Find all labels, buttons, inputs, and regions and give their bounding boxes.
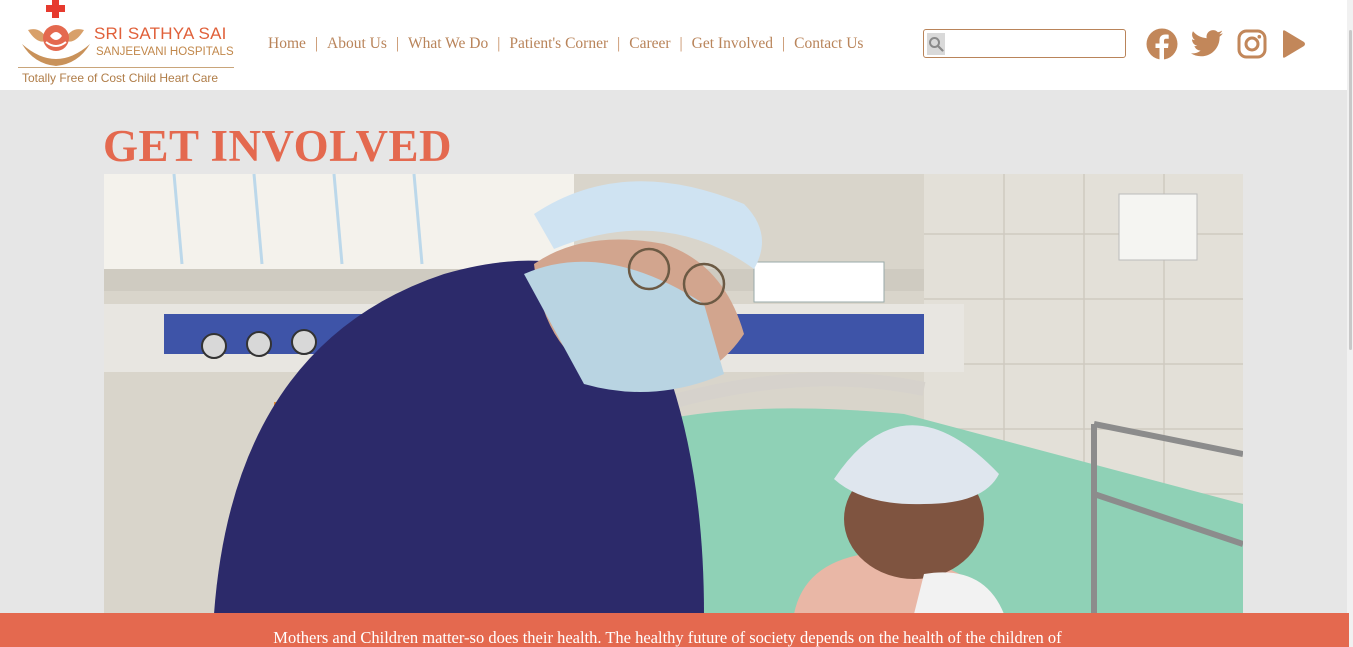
- facebook-icon[interactable]: [1145, 27, 1179, 61]
- intro-banner-text: Mothers and Children matter-so does thei…: [273, 628, 1062, 647]
- nav-what-we-do[interactable]: What We Do: [402, 35, 494, 53]
- logo-divider: [18, 67, 234, 68]
- nav-get-involved[interactable]: Get Involved: [686, 35, 779, 53]
- brand-tagline: Totally Free of Cost Child Heart Care: [22, 71, 219, 85]
- intro-banner: Mothers and Children matter-so does thei…: [0, 613, 1349, 647]
- search-icon[interactable]: [927, 32, 945, 55]
- logo[interactable]: SRI SATHYA SAI SANJEEVANI HOSPITALS Tota…: [14, 0, 240, 88]
- hero-photo: [104, 174, 1243, 614]
- twitter-icon[interactable]: [1190, 27, 1224, 61]
- nav-separator: |: [617, 35, 621, 52]
- nav-about-us[interactable]: About Us: [321, 35, 393, 53]
- main-nav: Home | About Us | What We Do | Patient's…: [262, 33, 869, 55]
- nav-separator: |: [497, 35, 501, 52]
- youtube-play-icon[interactable]: [1276, 27, 1310, 61]
- search-input[interactable]: [949, 31, 1125, 56]
- nav-separator: |: [782, 35, 786, 52]
- nav-separator: |: [314, 35, 318, 52]
- hero-photo-illustration: [104, 174, 1243, 614]
- nav-separator: |: [679, 35, 683, 52]
- site-header: SRI SATHYA SAI SANJEEVANI HOSPITALS Tota…: [0, 0, 1353, 90]
- nav-patients-corner[interactable]: Patient's Corner: [503, 35, 614, 53]
- search-box: [923, 29, 1126, 58]
- nav-contact-us[interactable]: Contact Us: [788, 35, 869, 53]
- hospital-logo-mark-icon: [22, 0, 90, 66]
- brand-name-line2: SANJEEVANI HOSPITALS: [96, 46, 234, 58]
- scrollbar-thumb[interactable]: [1349, 30, 1352, 350]
- page-scrollbar[interactable]: [1347, 0, 1353, 647]
- nav-home[interactable]: Home: [262, 35, 312, 53]
- brand-name-line1: SRI SATHYA SAI: [94, 24, 227, 43]
- nav-career[interactable]: Career: [623, 35, 676, 53]
- nav-separator: |: [395, 35, 399, 52]
- page-title: GET INVOLVED: [103, 121, 452, 171]
- instagram-icon[interactable]: [1235, 27, 1269, 61]
